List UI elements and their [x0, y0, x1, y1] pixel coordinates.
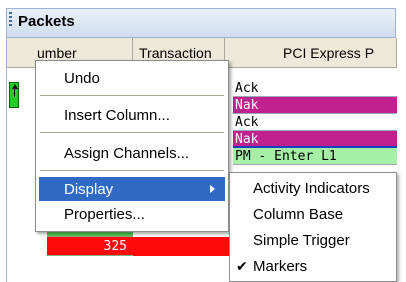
table-row[interactable]: Nak	[233, 97, 397, 114]
table-row[interactable]: PM - Enter L1	[233, 148, 397, 165]
submenu-item-markers[interactable]: ✔ Markers	[230, 254, 396, 280]
checkmark-icon: ✔	[236, 258, 248, 274]
submenu-arrow-icon	[210, 185, 215, 193]
submenu-item-simple-trigger[interactable]: Simple Trigger	[230, 228, 396, 254]
column-header-number-label: umber	[37, 45, 77, 61]
menu-separator	[40, 95, 224, 97]
row-0-text: Ack	[235, 81, 259, 96]
table-row[interactable]: Ack	[233, 114, 397, 131]
column-header-pci[interactable]: PCI Express P	[225, 38, 397, 68]
menu-separator	[40, 170, 224, 172]
panel-title: Packets	[18, 13, 75, 30]
transaction-cell[interactable]	[133, 237, 231, 256]
table-row[interactable]: Nak	[233, 131, 397, 148]
menu-item-display-label: Display	[64, 181, 114, 198]
trigger-marker-icon	[9, 82, 19, 108]
column-header-transaction-label: Transaction	[139, 45, 212, 61]
number-cell-1-text: 325	[103, 239, 127, 254]
menu-item-undo-label: Undo	[64, 70, 100, 87]
display-submenu: Activity Indicators Column Base Simple T…	[229, 172, 397, 282]
row-1-text: Nak	[235, 98, 259, 113]
menu-item-properties[interactable]: Properties...	[39, 202, 225, 226]
packets-window: Packets umber Transaction PCI Express P …	[0, 0, 406, 282]
menu-item-insert-column-label: Insert Column...	[64, 107, 170, 124]
menu-separator	[40, 132, 224, 134]
submenu-item-markers-label: Markers	[253, 258, 308, 275]
menu-item-assign-channels[interactable]: Assign Channels...	[39, 141, 225, 165]
menu-item-insert-column[interactable]: Insert Column...	[39, 103, 225, 127]
row-2-text: Ack	[235, 115, 259, 130]
column-header-pci-label: PCI Express P	[283, 45, 375, 61]
menu-item-properties-label: Properties...	[64, 206, 145, 223]
table-row[interactable]: Ack	[233, 80, 397, 97]
row-4-text: PM - Enter L1	[235, 149, 337, 164]
menu-item-assign-channels-label: Assign Channels...	[64, 145, 190, 162]
submenu-item-column-base-label: Column Base	[253, 206, 344, 223]
context-menu: Undo Insert Column... Assign Channels...…	[35, 60, 229, 232]
menu-item-undo[interactable]: Undo	[39, 66, 225, 90]
drag-grip-icon[interactable]	[9, 12, 12, 28]
row-3-text: Nak	[235, 132, 259, 147]
submenu-item-activity-indicators[interactable]: Activity Indicators	[230, 176, 396, 202]
menu-item-display[interactable]: Display	[39, 177, 225, 201]
submenu-item-activity-indicators-label: Activity Indicators	[253, 180, 370, 197]
submenu-item-column-base[interactable]: Column Base	[230, 202, 396, 228]
number-cell[interactable]: 325	[47, 237, 133, 256]
submenu-item-simple-trigger-label: Simple Trigger	[253, 232, 350, 249]
